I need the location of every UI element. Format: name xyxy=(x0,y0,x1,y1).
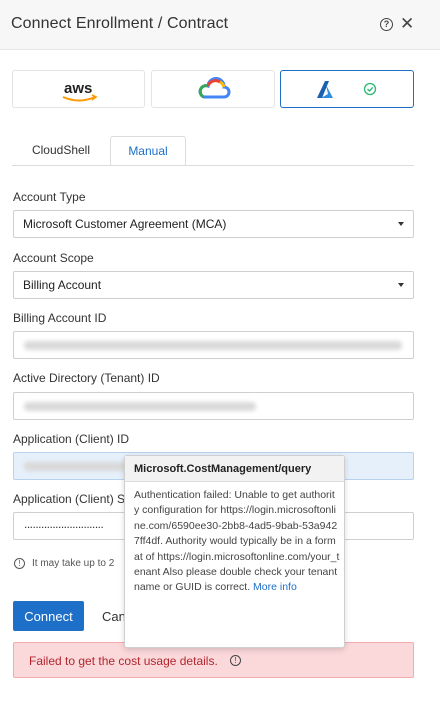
info-icon: ! xyxy=(14,558,25,569)
tooltip-body: Authentication failed: Unable to get aut… xyxy=(134,488,340,596)
account-scope-select[interactable]: Billing Account xyxy=(13,271,414,299)
close-icon[interactable]: ✕ xyxy=(400,14,414,34)
provider-azure-button[interactable] xyxy=(280,70,414,108)
tooltip-title: Microsoft.CostManagement/query xyxy=(125,456,344,482)
error-tooltip: Microsoft.CostManagement/query Authentic… xyxy=(124,455,345,648)
azure-logo-icon xyxy=(317,81,377,98)
provider-aws-button[interactable]: aws xyxy=(12,70,145,108)
client-id-label: Application (Client) ID xyxy=(13,432,130,446)
client-secret-label: Application (Client) S xyxy=(13,492,126,506)
error-message: Failed to get the cost usage details. xyxy=(29,654,218,668)
tenant-id-input[interactable] xyxy=(13,392,414,420)
tab-cloudshell[interactable]: CloudShell xyxy=(14,136,108,166)
dialog-title: Connect Enrollment / Contract xyxy=(11,15,229,32)
account-type-select[interactable]: Microsoft Customer Agreement (MCA) xyxy=(13,210,414,238)
redacted-value xyxy=(24,462,134,471)
account-scope-value: Billing Account xyxy=(23,278,102,292)
tenant-id-label: Active Directory (Tenant) ID xyxy=(13,371,160,385)
note-text: It may take up to 2 xyxy=(32,558,115,569)
client-secret-value: ............................ xyxy=(24,517,104,531)
connect-button[interactable]: Connect xyxy=(13,601,84,631)
dropdown-caret-icon xyxy=(398,283,404,287)
help-icon[interactable]: ? xyxy=(380,18,393,31)
tooltip-message: Authentication failed: Unable to get aut… xyxy=(134,489,340,594)
dialog-header: Connect Enrollment / Contract ? ✕ xyxy=(0,0,440,50)
tab-manual[interactable]: Manual xyxy=(110,136,186,166)
redacted-value xyxy=(24,341,402,350)
aws-logo-text: aws xyxy=(64,80,92,97)
google-cloud-icon xyxy=(198,77,231,99)
account-type-label: Account Type xyxy=(13,190,86,204)
error-info-icon[interactable]: ! xyxy=(230,655,241,666)
account-scope-label: Account Scope xyxy=(13,251,94,265)
provider-gcp-button[interactable] xyxy=(151,70,275,108)
redacted-value xyxy=(24,402,256,411)
billing-account-id-label: Billing Account ID xyxy=(13,311,107,325)
more-info-link[interactable]: More info xyxy=(253,581,297,593)
billing-account-id-input[interactable] xyxy=(13,331,414,359)
tab-divider xyxy=(12,165,414,166)
dropdown-caret-icon xyxy=(398,222,404,226)
aws-logo-icon: aws xyxy=(62,80,98,102)
account-type-value: Microsoft Customer Agreement (MCA) xyxy=(23,217,227,231)
